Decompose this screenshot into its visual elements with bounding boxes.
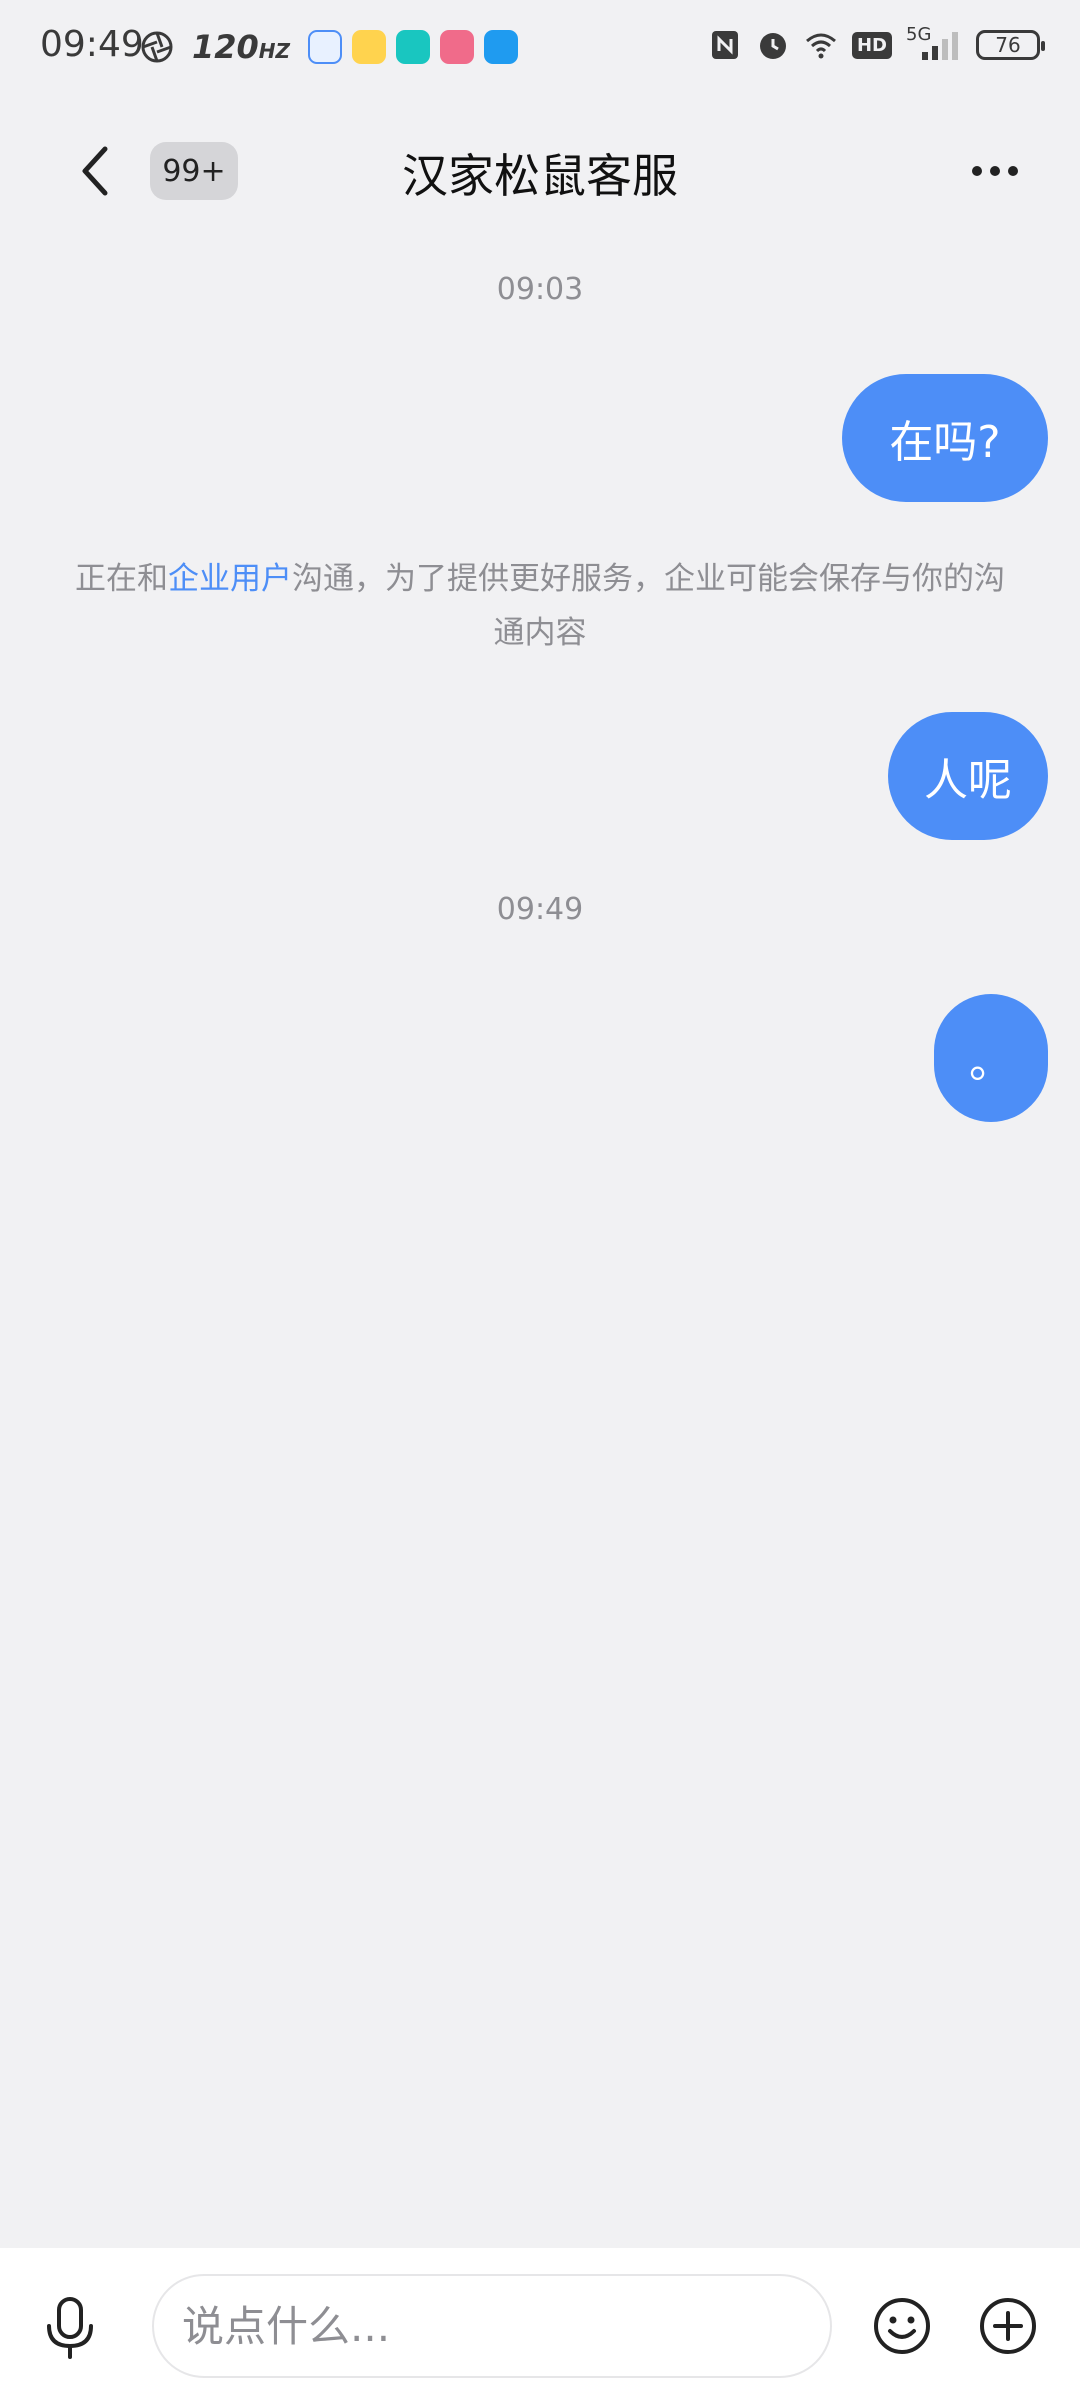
chat-app-icon (308, 30, 343, 64)
smiley-icon (874, 2298, 930, 2354)
status-left-icons: 120HZ (140, 28, 519, 66)
system-notice: 正在和企业用户沟通，为了提供更好服务，企业可能会保存与你的沟通内容 (60, 552, 1020, 660)
message-timestamp: 09:49 (496, 892, 584, 927)
emoji-button[interactable] (862, 2286, 942, 2366)
more-dots-icon (972, 166, 1018, 176)
browser-app-icon (484, 30, 519, 64)
nfc-icon (711, 31, 738, 59)
more-actions-button[interactable] (968, 2286, 1048, 2366)
battery-indicator: 76 (976, 30, 1045, 60)
input-bar (0, 2248, 1080, 2400)
system-notice-text: 沟通，为了提供更好服务，企业可能会保存与你的沟通内容 (292, 561, 1005, 651)
signal-indicator: 5G (906, 24, 962, 62)
refresh-rate-indicator: 120HZ (192, 28, 291, 66)
status-bar: 09:49 120HZ HD 5G 76 (0, 0, 1080, 96)
back-button[interactable] (60, 136, 130, 206)
chat-header: 99+ 汉家松鼠客服 (0, 110, 1080, 230)
wifi-icon (806, 33, 836, 59)
aperture-icon (141, 31, 173, 63)
tv-app-icon (440, 30, 475, 64)
status-time: 09:49 (40, 24, 144, 65)
enterprise-user-link[interactable]: 企业用户 (168, 561, 292, 597)
more-options-button[interactable] (950, 136, 1040, 206)
unread-count-badge[interactable]: 99+ (150, 142, 238, 200)
microphone-icon (47, 2297, 93, 2359)
chat-title: 汉家松鼠客服 (402, 149, 678, 203)
plus-circle-icon (980, 2298, 1036, 2354)
voice-input-button[interactable] (30, 2288, 110, 2368)
sent-message-bubble[interactable]: 人呢 (888, 712, 1048, 840)
message-input[interactable] (152, 2274, 832, 2378)
hd-voice-badge: HD (851, 31, 892, 59)
chevron-left-icon (82, 146, 108, 196)
signal-bars-icon (922, 32, 958, 60)
taptap-app-icon (396, 30, 431, 64)
flower-app-icon (352, 30, 387, 64)
sent-message-bubble[interactable]: 在吗? (842, 374, 1048, 502)
alarm-icon (759, 33, 786, 59)
system-notice-text: 正在和 (75, 561, 168, 597)
status-right-icons: HD 5G 76 (708, 24, 1045, 62)
message-timestamp: 09:03 (496, 272, 584, 307)
sent-message-bubble[interactable]: 。 (934, 994, 1048, 1122)
